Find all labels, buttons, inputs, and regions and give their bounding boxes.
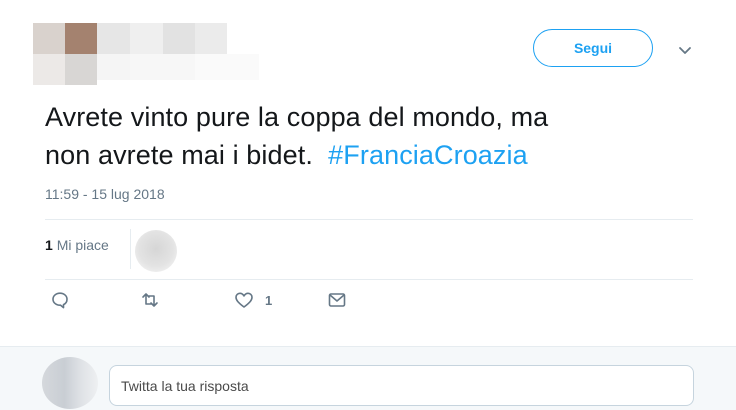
- hashtag-link[interactable]: #FranciaCroazia: [328, 140, 528, 170]
- divider-bottom: [45, 279, 693, 280]
- like-count: 1: [265, 292, 273, 308]
- liker-avatar[interactable]: [135, 230, 177, 272]
- reply-icon: [52, 292, 68, 309]
- heart-icon: [235, 292, 253, 308]
- tweet-timestamp[interactable]: 11:59 - 15 lug 2018: [45, 186, 165, 202]
- tweet-text-line2: non avrete mai i bidet.: [45, 140, 313, 170]
- follow-button[interactable]: Segui: [533, 29, 653, 67]
- likes-separator: [130, 229, 131, 269]
- like-button[interactable]: 1: [234, 290, 272, 310]
- retweet-button[interactable]: [140, 290, 160, 310]
- likes-stat[interactable]: 1 Mi piace: [45, 237, 109, 253]
- tweet-text-line2-wrap: non avrete mai i bidet. #FranciaCroazia: [45, 136, 685, 174]
- author-avatar-pixelated[interactable]: [33, 23, 97, 85]
- tweet-text-line1: Avrete vinto pure la coppa del mondo, ma: [45, 102, 549, 132]
- likes-label: Mi piace: [56, 237, 109, 253]
- chevron-down-icon[interactable]: [677, 42, 693, 58]
- tweet-text: Avrete vinto pure la coppa del mondo, ma…: [45, 98, 685, 174]
- current-user-avatar: [42, 357, 98, 409]
- reply-button[interactable]: [50, 290, 70, 310]
- likes-count: 1: [45, 237, 53, 253]
- retweet-icon: [142, 293, 158, 307]
- divider-top: [45, 219, 693, 220]
- reply-input[interactable]: [109, 365, 694, 406]
- direct-message-button[interactable]: [327, 290, 347, 310]
- envelope-icon: [328, 293, 346, 307]
